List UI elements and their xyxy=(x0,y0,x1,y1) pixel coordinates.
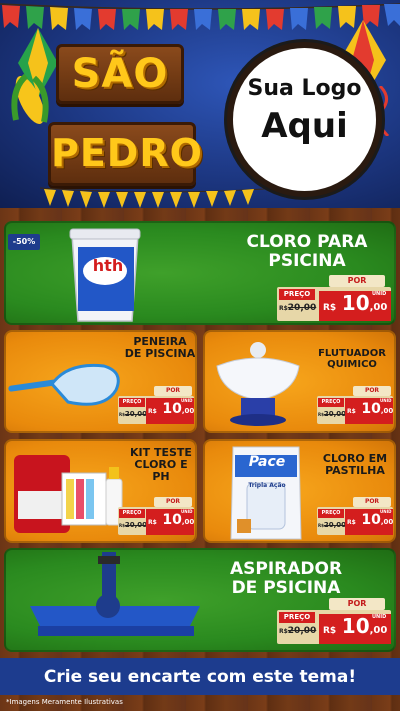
chlorine-bucket-icon xyxy=(69,228,141,322)
cta-text: Crie seu encarte com este tema! xyxy=(43,666,357,687)
price-por-label: POR xyxy=(329,598,385,610)
bunting-flags-icon xyxy=(40,187,280,208)
price-currency: R$ xyxy=(347,408,356,415)
price-por-label: POR xyxy=(353,386,391,396)
product-title-kit: KIT TESTE CLORO E PH xyxy=(130,446,192,484)
pool-vacuum-icon xyxy=(30,552,200,636)
price-integer: 10 xyxy=(162,401,182,417)
price-old-value: 20,00 xyxy=(323,410,347,418)
product-title-aspirador: ASPIRADOR DE PSICINA xyxy=(229,559,343,598)
price-por-label: POR xyxy=(154,497,192,507)
product-title-pastilha: CLORO EM PASTILHA xyxy=(322,452,388,478)
product-brand-sub: Tripla Ação xyxy=(248,482,286,489)
chemical-floater-icon xyxy=(216,342,300,426)
price-old: R$20,00 xyxy=(318,410,346,418)
price-unit: UNID xyxy=(380,398,392,403)
price-unit: UNID xyxy=(380,509,392,514)
discount-badge: -50% xyxy=(8,234,40,250)
price-unit: UNID xyxy=(181,509,193,514)
price-integer: 10 xyxy=(361,512,381,528)
price-old: R$20,00 xyxy=(119,410,147,418)
price-unit: UNID xyxy=(372,291,387,297)
flyer-page: SÃO PEDRO Sua Logo Aqui hth CLORO PARA P… xyxy=(0,0,400,711)
price-tag-flutuador: POR PREÇO R$20,00 R$ 10,00 UNID xyxy=(317,386,393,424)
sao-pedro-title: SÃO PEDRO xyxy=(48,40,203,190)
price-por-label: POR xyxy=(154,386,192,396)
price-old-value: 20,00 xyxy=(287,626,317,636)
corn-icon xyxy=(11,73,49,124)
product-title-peneira: PENEIRA DE PISCINA xyxy=(124,335,196,361)
logo-placeholder: Sua Logo Aqui xyxy=(227,42,382,197)
logo-text-line-2: Aqui xyxy=(261,106,348,146)
price-tag-peneira: POR PREÇO R$20,00 R$ 10,00 UNID xyxy=(118,386,194,424)
product-title-flutuador: FLUTUADOR QUIMICO xyxy=(318,348,386,370)
price-integer: 10 xyxy=(361,401,381,417)
cta-banner: Crie seu encarte com este tema! xyxy=(0,658,400,695)
price-tag-kit: POR PREÇO R$20,00 R$ 10,00 UNID xyxy=(118,497,194,535)
title-board-bottom: PEDRO xyxy=(48,122,203,186)
title-line-1: SÃO xyxy=(71,51,169,97)
header-banner: SÃO PEDRO Sua Logo Aqui xyxy=(0,0,400,208)
product-brand-hth: hth xyxy=(92,256,124,275)
price-tag-cloro: POR PREÇO R$20,00 R$ 10,00 UNID xyxy=(277,275,391,321)
price-currency: R$ xyxy=(323,303,337,313)
pool-net-icon xyxy=(8,363,120,406)
price-decimal: ,00 xyxy=(369,302,388,313)
price-integer: 10 xyxy=(341,614,370,638)
price-decimal: ,00 xyxy=(380,407,394,415)
price-currency: R$ xyxy=(148,519,157,526)
price-unit: UNID xyxy=(372,614,387,620)
price-old: R$20,00 xyxy=(279,626,316,636)
price-preco-label: PREÇO xyxy=(279,612,315,623)
price-por-label: POR xyxy=(353,497,391,507)
title-line-2: PEDRO xyxy=(51,131,203,175)
price-por-label: POR xyxy=(329,275,385,287)
price-currency: R$ xyxy=(347,519,356,526)
price-old-value: 20,00 xyxy=(287,303,317,313)
title-board-top: SÃO xyxy=(56,44,184,104)
price-old-value: 20,00 xyxy=(124,521,148,529)
price-decimal: ,00 xyxy=(380,518,394,526)
price-currency: R$ xyxy=(148,408,157,415)
price-old-prefix: R$ xyxy=(279,628,288,635)
disclaimer-text: *Imagens Meramente Ilustrativas xyxy=(6,698,123,706)
price-tag-pastilha: POR PREÇO R$20,00 R$ 10,00 UNID xyxy=(317,497,393,535)
price-decimal: ,00 xyxy=(181,518,195,526)
price-preco-label: PREÇO xyxy=(119,398,145,407)
price-old-prefix: R$ xyxy=(279,305,288,312)
product-title-cloro: CLORO PARA PSICINA xyxy=(246,232,368,271)
price-decimal: ,00 xyxy=(369,625,388,636)
price-preco-label: PREÇO xyxy=(279,289,315,300)
price-integer: 10 xyxy=(341,291,370,315)
price-decimal: ,00 xyxy=(181,407,195,415)
product-brand-pace: Pace xyxy=(248,454,286,470)
price-old: R$20,00 xyxy=(279,303,316,313)
test-kit-icon xyxy=(14,455,123,533)
price-integer: 10 xyxy=(162,512,182,528)
price-old-value: 20,00 xyxy=(124,410,148,418)
price-tag-aspirador: POR PREÇO R$20,00 R$ 10,00 UNID xyxy=(277,598,391,644)
price-currency: R$ xyxy=(323,626,337,636)
price-old: R$20,00 xyxy=(119,521,147,529)
price-preco-label: PREÇO xyxy=(119,509,145,518)
logo-text-line-1: Sua Logo xyxy=(247,76,362,101)
price-unit: UNID xyxy=(181,398,193,403)
price-preco-label: PREÇO xyxy=(318,398,344,407)
price-old: R$20,00 xyxy=(318,521,346,529)
price-old-value: 20,00 xyxy=(323,521,347,529)
price-preco-label: PREÇO xyxy=(318,509,344,518)
